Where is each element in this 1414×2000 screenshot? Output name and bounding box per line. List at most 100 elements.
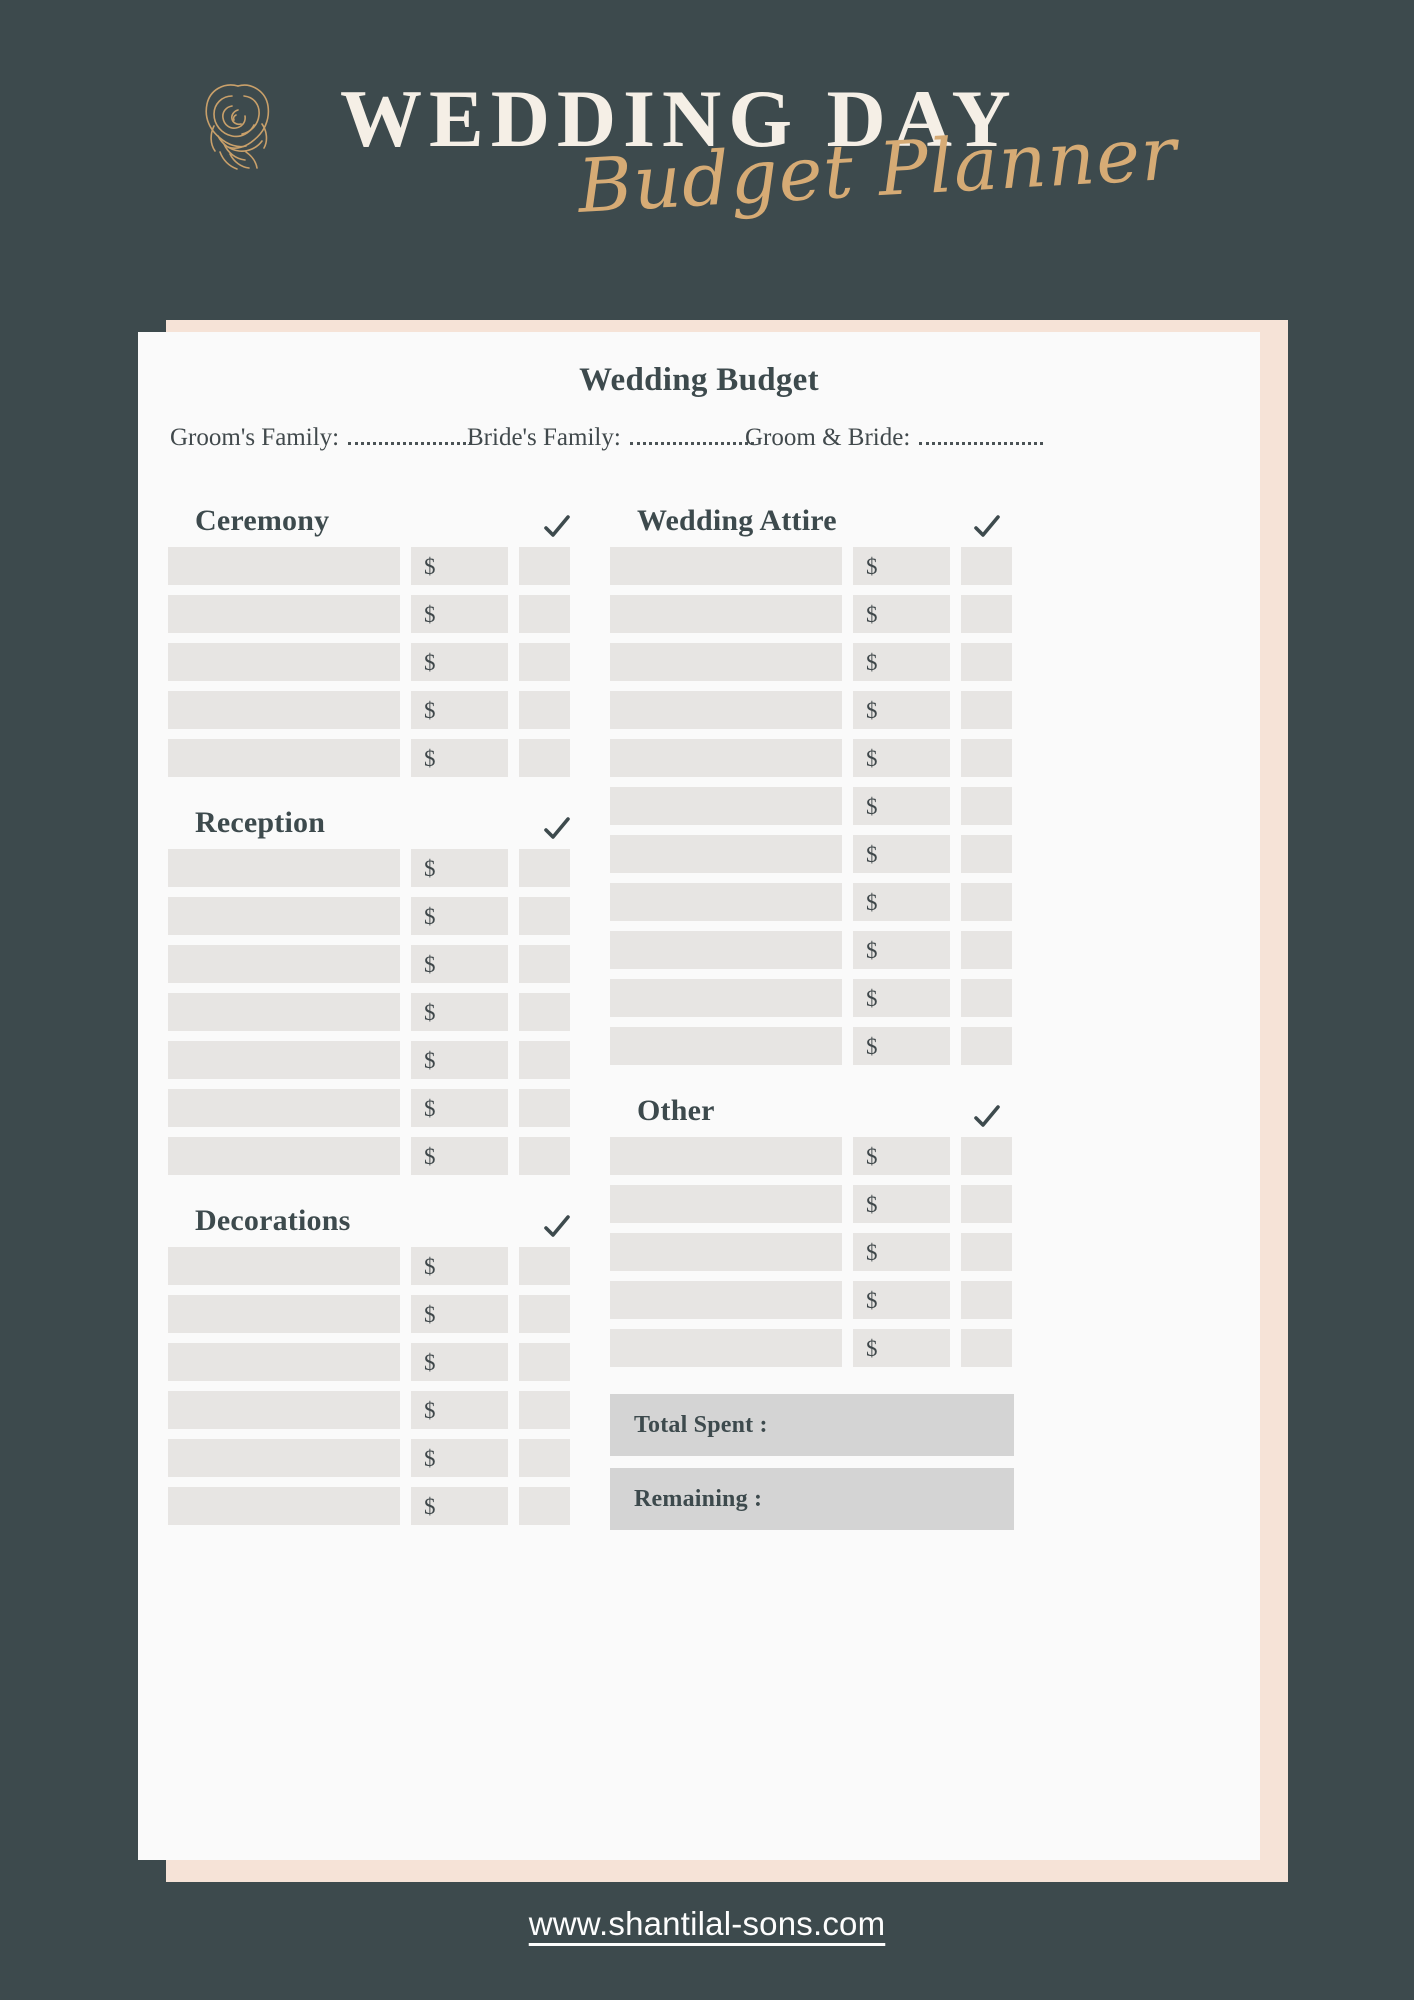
item-name-input[interactable] [168,993,400,1031]
item-amount-input[interactable]: $ [411,547,508,585]
item-name-input[interactable] [168,547,400,585]
item-amount-input[interactable]: $ [411,1439,508,1477]
item-paid-checkbox[interactable] [519,1487,570,1525]
item-amount-input[interactable]: $ [411,595,508,633]
item-name-input[interactable] [168,643,400,681]
item-name-input[interactable] [168,1247,400,1285]
item-paid-checkbox[interactable] [519,595,570,633]
item-paid-checkbox[interactable] [519,897,570,935]
item-paid-checkbox[interactable] [961,835,1012,873]
item-name-input[interactable] [610,1233,842,1271]
item-amount-input[interactable]: $ [411,739,508,777]
item-amount-input[interactable]: $ [411,1247,508,1285]
item-paid-checkbox[interactable] [519,849,570,887]
item-amount-input[interactable]: $ [853,979,950,1017]
item-amount-input[interactable]: $ [411,1343,508,1381]
item-paid-checkbox[interactable] [519,1439,570,1477]
item-paid-checkbox[interactable] [519,1391,570,1429]
item-amount-input[interactable]: $ [853,931,950,969]
item-paid-checkbox[interactable] [519,1089,570,1127]
brides-family-input[interactable] [629,428,754,445]
groom-and-bride-input[interactable] [919,428,1044,445]
item-amount-input[interactable]: $ [411,1137,508,1175]
item-amount-input[interactable]: $ [411,1041,508,1079]
item-paid-checkbox[interactable] [519,1137,570,1175]
item-paid-checkbox[interactable] [961,1185,1012,1223]
item-name-input[interactable] [168,1439,400,1477]
item-name-input[interactable] [168,691,400,729]
item-amount-input[interactable]: $ [853,1185,950,1223]
total-bar-remaining[interactable]: Remaining : [610,1468,1014,1530]
item-amount-input[interactable]: $ [411,1391,508,1429]
item-name-input[interactable] [168,1391,400,1429]
item-name-input[interactable] [168,945,400,983]
item-paid-checkbox[interactable] [961,739,1012,777]
item-name-input[interactable] [168,1343,400,1381]
item-paid-checkbox[interactable] [961,1027,1012,1065]
item-name-input[interactable] [610,1185,842,1223]
item-name-input[interactable] [168,1089,400,1127]
item-name-input[interactable] [610,1329,842,1367]
item-name-input[interactable] [610,931,842,969]
item-amount-input[interactable]: $ [853,739,950,777]
item-amount-input[interactable]: $ [853,1281,950,1319]
item-name-input[interactable] [610,1137,842,1175]
item-amount-input[interactable]: $ [411,1089,508,1127]
item-amount-input[interactable]: $ [853,883,950,921]
item-name-input[interactable] [168,1137,400,1175]
item-name-input[interactable] [610,739,842,777]
item-name-input[interactable] [610,1281,842,1319]
item-paid-checkbox[interactable] [519,1343,570,1381]
item-amount-input[interactable]: $ [411,897,508,935]
item-paid-checkbox[interactable] [961,787,1012,825]
item-name-input[interactable] [610,1027,842,1065]
item-paid-checkbox[interactable] [961,1281,1012,1319]
item-paid-checkbox[interactable] [519,643,570,681]
item-paid-checkbox[interactable] [961,595,1012,633]
item-amount-input[interactable]: $ [411,1487,508,1525]
item-name-input[interactable] [610,979,842,1017]
item-name-input[interactable] [168,595,400,633]
item-paid-checkbox[interactable] [519,739,570,777]
item-amount-input[interactable]: $ [853,595,950,633]
item-amount-input[interactable]: $ [411,643,508,681]
item-name-input[interactable] [168,1295,400,1333]
item-paid-checkbox[interactable] [961,931,1012,969]
item-paid-checkbox[interactable] [961,547,1012,585]
item-name-input[interactable] [168,739,400,777]
item-name-input[interactable] [610,643,842,681]
item-amount-input[interactable]: $ [853,547,950,585]
item-name-input[interactable] [610,835,842,873]
item-amount-input[interactable]: $ [853,1329,950,1367]
item-amount-input[interactable]: $ [853,835,950,873]
item-amount-input[interactable]: $ [411,1295,508,1333]
item-paid-checkbox[interactable] [519,547,570,585]
item-amount-input[interactable]: $ [853,691,950,729]
item-paid-checkbox[interactable] [961,643,1012,681]
item-paid-checkbox[interactable] [519,1247,570,1285]
item-name-input[interactable] [610,787,842,825]
item-name-input[interactable] [168,1041,400,1079]
item-paid-checkbox[interactable] [961,883,1012,921]
item-amount-input[interactable]: $ [853,787,950,825]
item-paid-checkbox[interactable] [519,945,570,983]
item-amount-input[interactable]: $ [853,643,950,681]
item-name-input[interactable] [610,547,842,585]
item-name-input[interactable] [168,849,400,887]
item-amount-input[interactable]: $ [411,849,508,887]
item-name-input[interactable] [168,897,400,935]
item-paid-checkbox[interactable] [961,1137,1012,1175]
item-name-input[interactable] [168,1487,400,1525]
website-link[interactable]: www.shantilal-sons.com [529,1905,886,1942]
item-amount-input[interactable]: $ [853,1233,950,1271]
total-bar-total-spent[interactable]: Total Spent : [610,1394,1014,1456]
item-paid-checkbox[interactable] [519,691,570,729]
item-amount-input[interactable]: $ [411,691,508,729]
item-amount-input[interactable]: $ [853,1137,950,1175]
item-paid-checkbox[interactable] [961,979,1012,1017]
grooms-family-input[interactable] [348,428,473,445]
item-paid-checkbox[interactable] [961,1233,1012,1271]
item-paid-checkbox[interactable] [961,691,1012,729]
item-paid-checkbox[interactable] [519,1295,570,1333]
item-name-input[interactable] [610,691,842,729]
